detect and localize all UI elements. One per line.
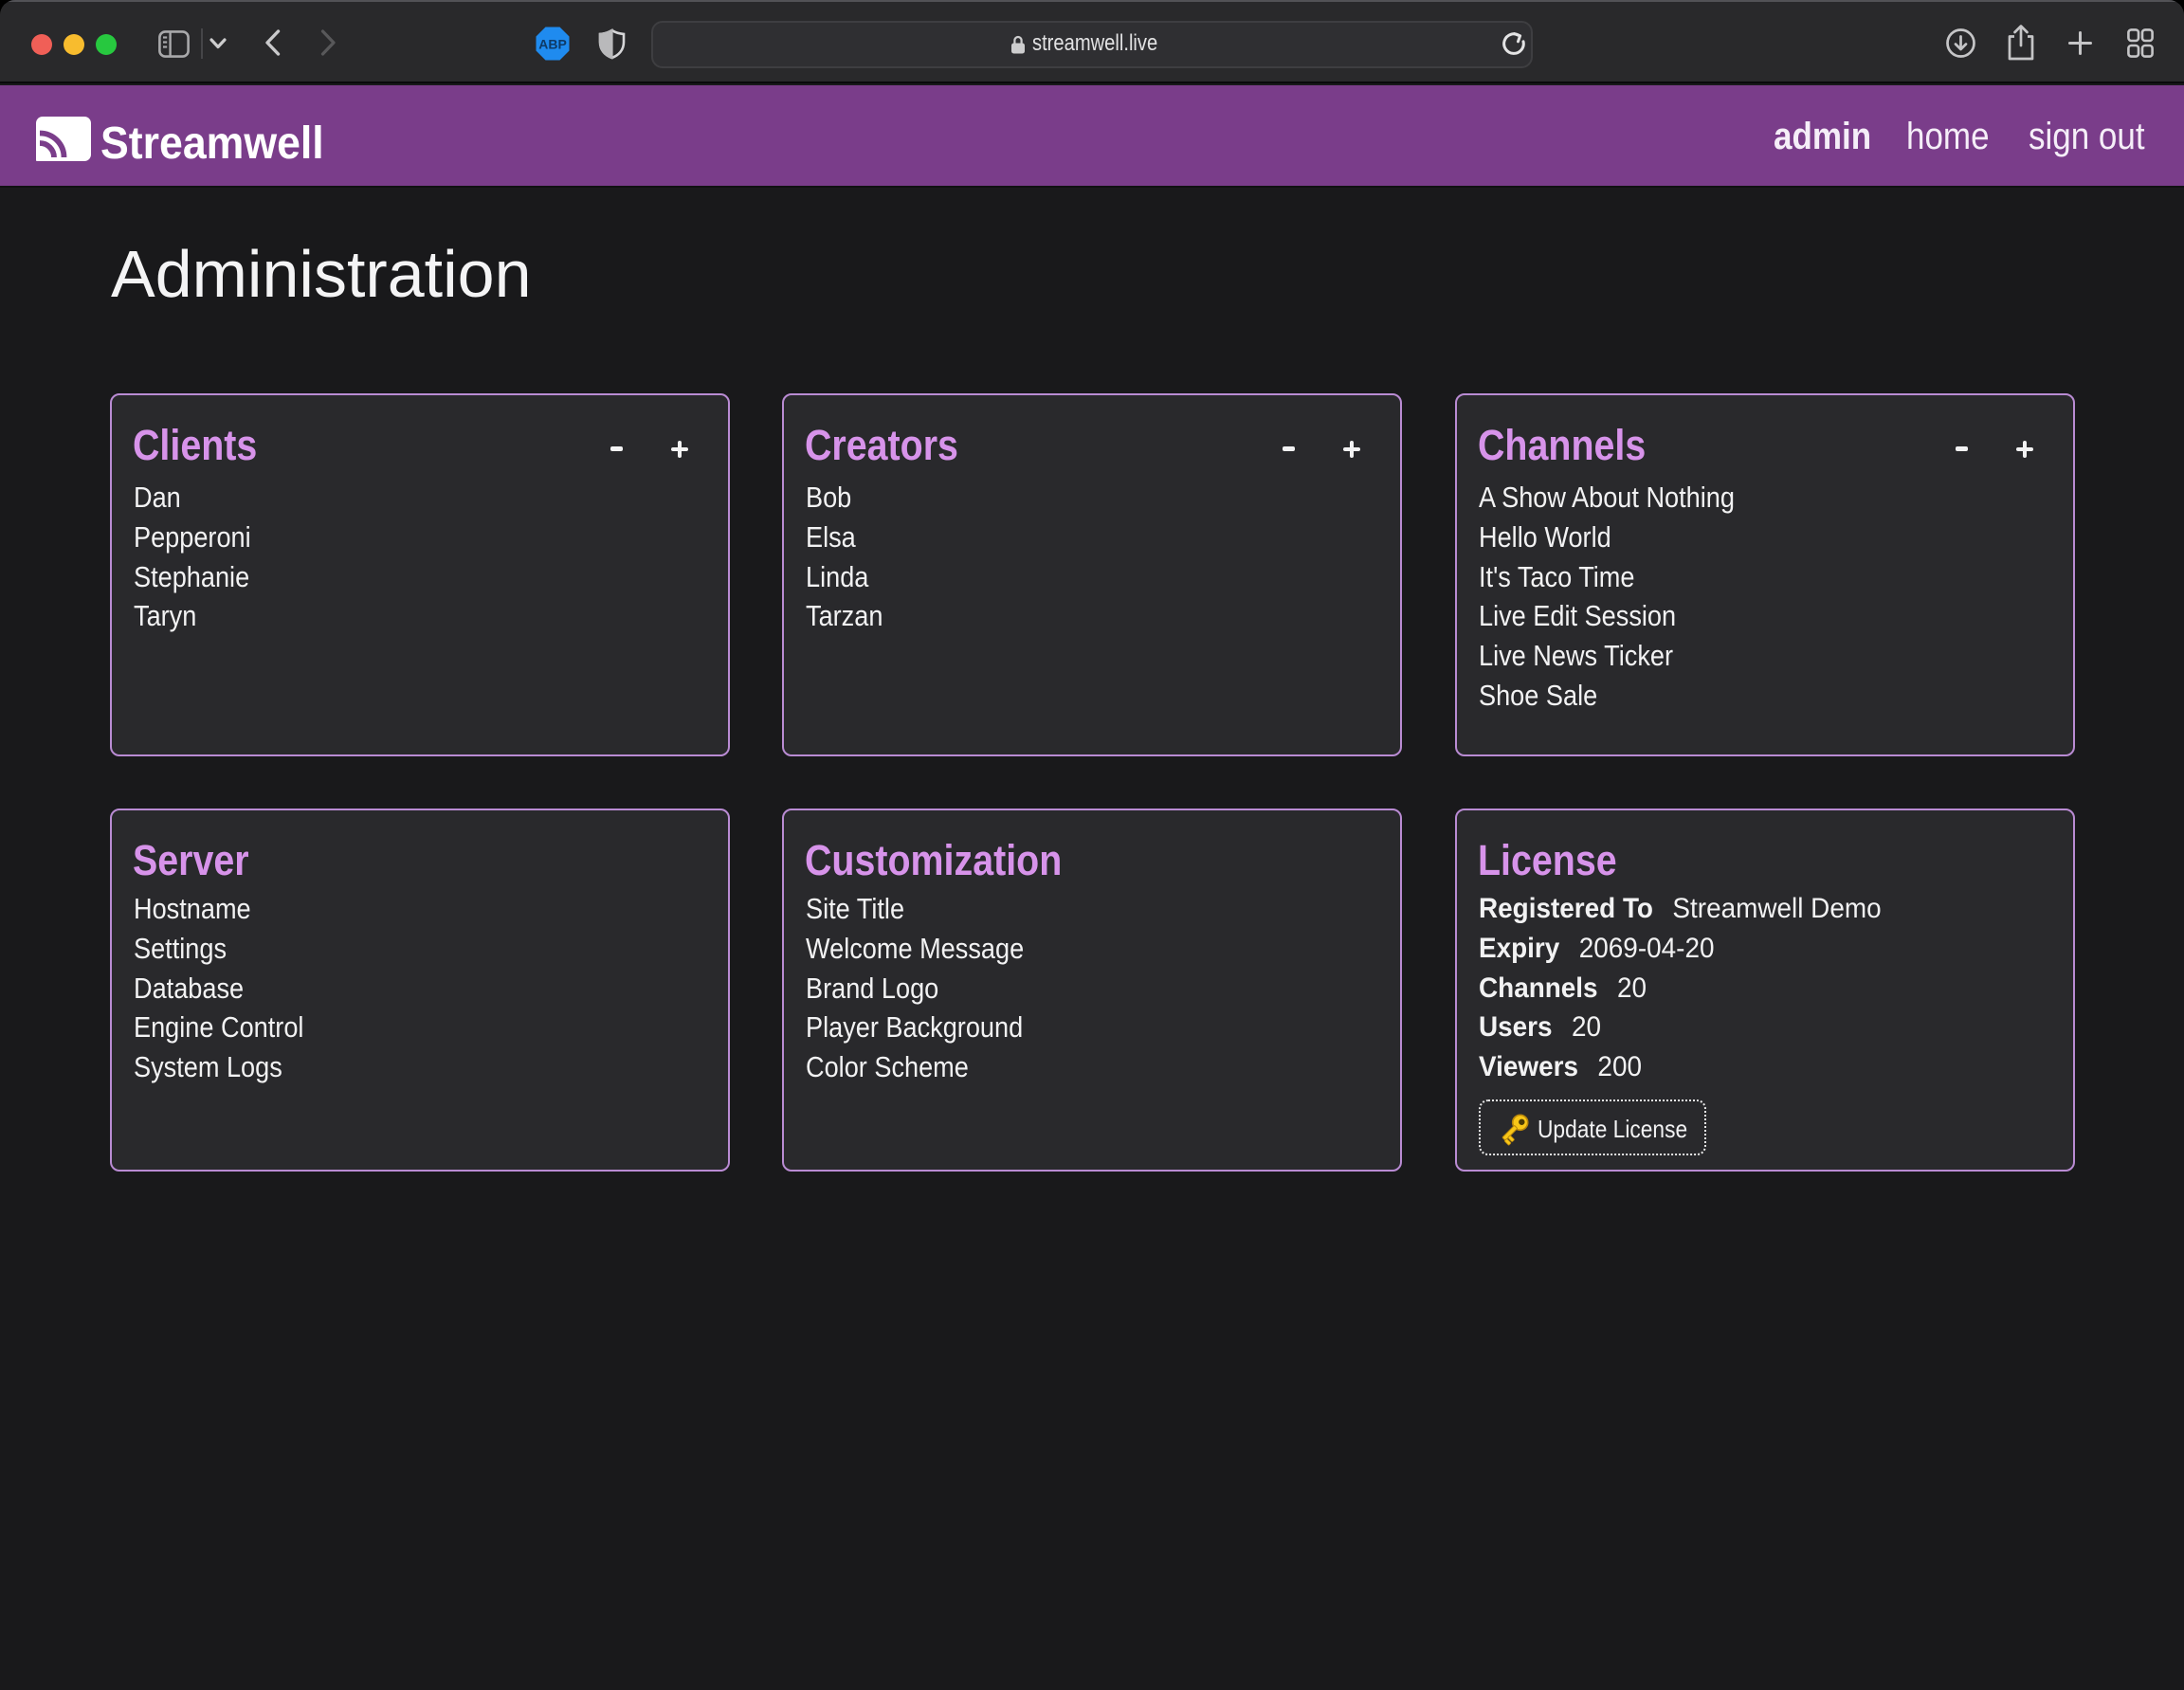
svg-text:ABP: ABP: [538, 37, 567, 52]
